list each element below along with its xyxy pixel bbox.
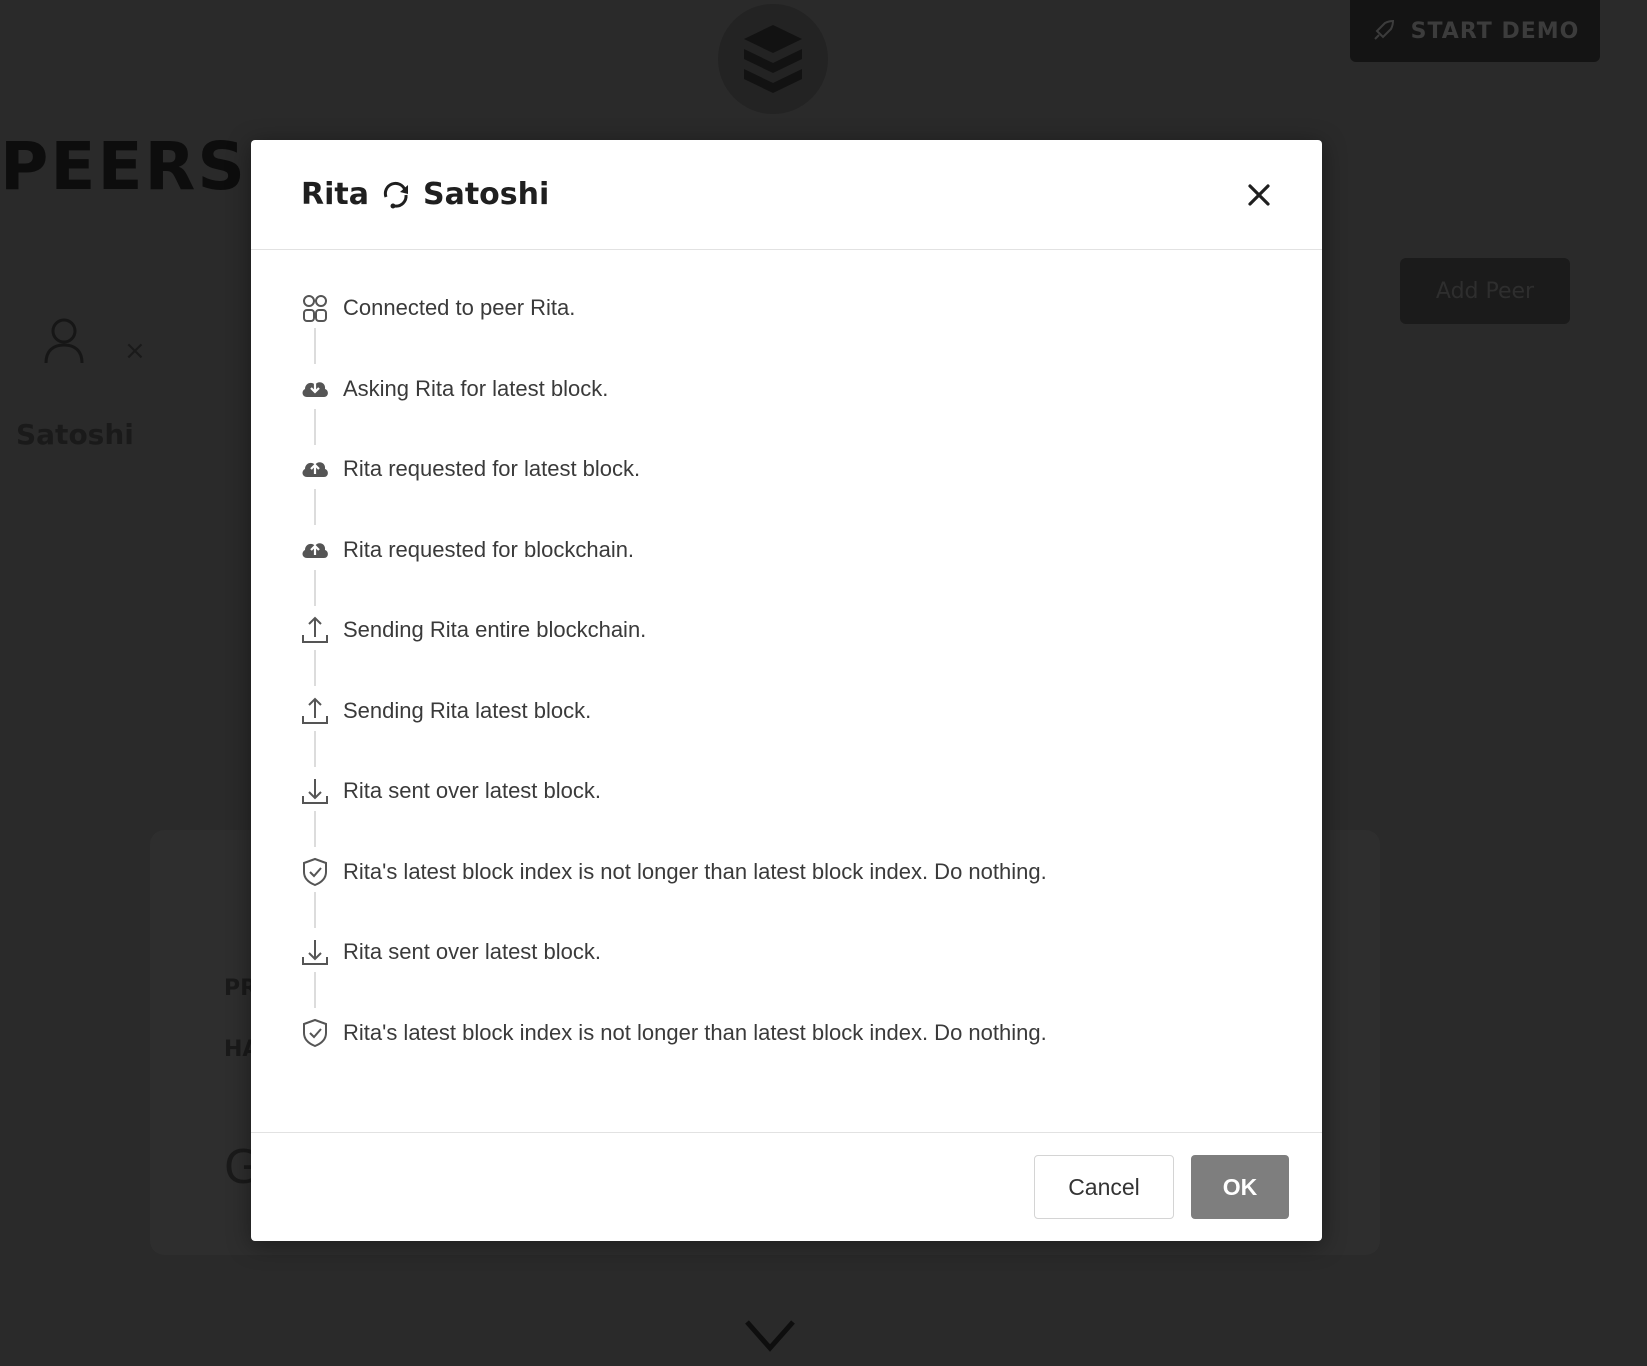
log-item: Sending Rita latest block.: [299, 694, 1047, 776]
dialog-title: Rita Satoshi: [301, 177, 549, 212]
timeline-connector: [314, 811, 316, 847]
start-demo-button[interactable]: START DEMO: [1350, 0, 1600, 62]
timeline-connector: [314, 972, 316, 1008]
cloud-upload-icon: [299, 533, 331, 566]
cloud-download-icon: [299, 372, 331, 405]
download-icon: [299, 936, 331, 968]
event-log: Connected to peer Rita. Asking Rita for …: [299, 292, 1047, 1097]
peers-icon: [299, 292, 331, 324]
scroll-down-icon[interactable]: [744, 1318, 796, 1356]
layers-logo-icon: [744, 25, 802, 93]
start-demo-label: START DEMO: [1410, 18, 1580, 44]
timeline-connector: [314, 489, 316, 525]
timeline-connector: [314, 569, 316, 606]
log-text: Rita sent over latest block.: [343, 778, 602, 803]
log-text: Sending Rita entire blockchain.: [343, 617, 647, 642]
sync-icon: [383, 181, 408, 208]
ok-button[interactable]: OK: [1191, 1155, 1289, 1219]
log-text: Rita requested for latest block.: [343, 456, 641, 481]
log-text: Asking Rita for latest block.: [343, 375, 609, 401]
shield-check-icon: [299, 1016, 331, 1049]
timeline-connector: [314, 891, 316, 928]
chevron-down-icon: [745, 1320, 795, 1352]
log-item: Rita sent over latest block.: [299, 936, 1047, 1017]
log-text: Rita sent over latest block.: [343, 939, 602, 964]
log-item: Rita sent over latest block.: [299, 775, 1047, 856]
log-text: Rita's latest block index is not longer …: [343, 1019, 1047, 1045]
upload-icon: [299, 694, 331, 727]
peer-remove-icon[interactable]: ×: [124, 336, 146, 366]
cloud-upload-icon: [299, 453, 331, 485]
page-title: PEERS: [0, 128, 247, 205]
add-peer-button[interactable]: Add Peer: [1400, 258, 1570, 324]
user-icon: [44, 318, 84, 364]
log-item: Rita requested for blockchain.: [299, 533, 1047, 615]
app-logo: [718, 4, 828, 114]
timeline-connector: [314, 650, 316, 686]
title-peer-left: Rita: [301, 177, 369, 212]
cancel-button[interactable]: Cancel: [1034, 1155, 1174, 1219]
shield-check-icon: [299, 855, 331, 888]
log-item: Asking Rita for latest block.: [299, 372, 1047, 454]
close-icon: [1248, 184, 1270, 206]
log-item: Connected to peer Rita.: [299, 292, 1047, 373]
log-text: Sending Rita latest block.: [343, 697, 592, 723]
log-item: Sending Rita entire blockchain.: [299, 614, 1047, 695]
rocket-icon: [1373, 19, 1394, 40]
timeline-connector: [314, 730, 316, 767]
log-item: Rita's latest block index is not longer …: [299, 855, 1047, 937]
log-text: Rita's latest block index is not longer …: [343, 858, 1047, 884]
log-item: Rita's latest block index is not longer …: [299, 1016, 1047, 1098]
log-text: Rita requested for blockchain.: [343, 536, 635, 562]
dialog-footer: Cancel OK: [251, 1132, 1322, 1241]
timeline-connector: [314, 328, 316, 364]
dialog-header: Rita Satoshi: [251, 140, 1322, 250]
peer-sync-dialog: Rita Satoshi Connected to peer Rita. Ask…: [251, 140, 1322, 1241]
log-item: Rita requested for latest block.: [299, 453, 1047, 534]
download-icon: [299, 775, 331, 807]
log-text: Connected to peer Rita.: [343, 295, 576, 320]
title-peer-right: Satoshi: [422, 177, 550, 212]
peer-avatar[interactable]: [44, 318, 84, 368]
close-button[interactable]: [1242, 178, 1276, 212]
peer-name: Satoshi: [16, 418, 134, 451]
timeline-connector: [314, 408, 316, 445]
upload-icon: [299, 614, 331, 646]
